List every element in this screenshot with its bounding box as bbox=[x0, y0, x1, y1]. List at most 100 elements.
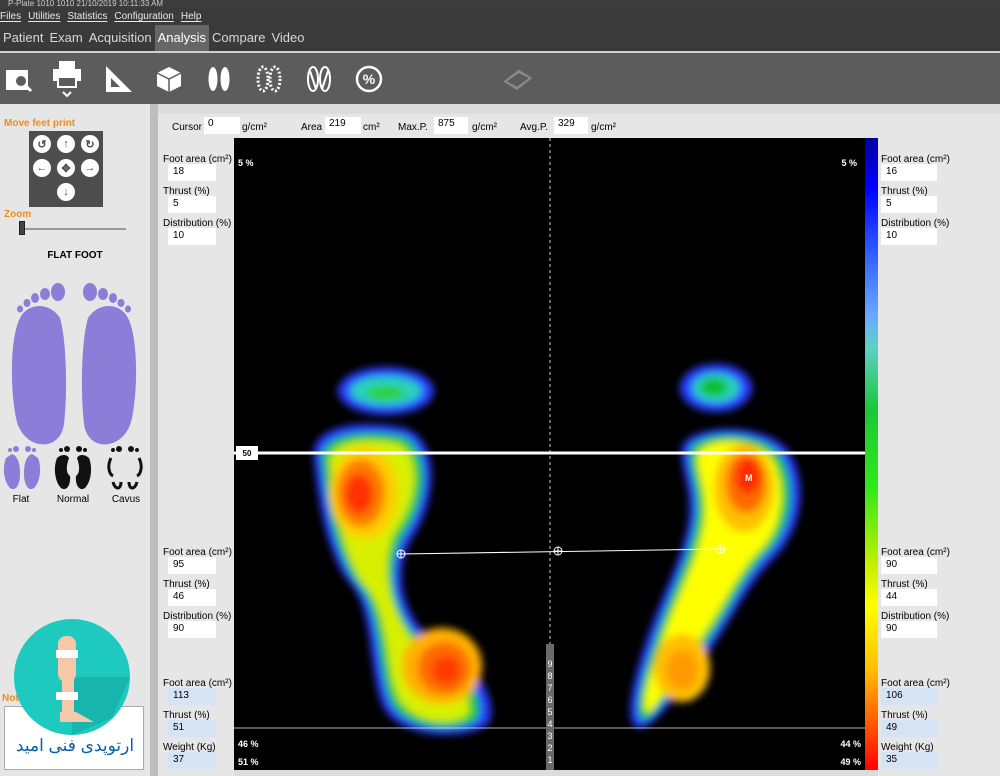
menu-configuration[interactable]: Configuration bbox=[114, 11, 173, 22]
measurement-bar: Cursor 0 g/cm² Area 219 cm² Max.P. 875 g… bbox=[158, 114, 1000, 138]
rotate-left-button[interactable]: ↺ bbox=[33, 135, 51, 153]
tab-acquisition[interactable]: Acquisition bbox=[86, 25, 155, 51]
cursor-value: 0 bbox=[204, 117, 240, 134]
pressure-color-scale bbox=[865, 138, 878, 770]
toolbar: % bbox=[0, 51, 1000, 104]
tab-analysis[interactable]: Analysis bbox=[154, 25, 210, 51]
sidebar: Move feet print ↺ ↑ ↻ ← ✥ → ↓ Zoom FLAT … bbox=[0, 104, 150, 776]
scale-digit: 4 bbox=[547, 719, 553, 729]
tab-video[interactable]: Video bbox=[268, 25, 307, 51]
split-line-label: 50 bbox=[243, 449, 252, 458]
panel-splitter[interactable] bbox=[150, 104, 158, 776]
move-down-button[interactable]: ↓ bbox=[57, 183, 75, 201]
scale-digit: 2 bbox=[547, 743, 553, 753]
move-pad: ↺ ↑ ↻ ← ✥ → ↓ bbox=[29, 131, 103, 207]
rotate-right-button[interactable]: ↻ bbox=[81, 135, 99, 153]
right-forefoot-percent: 5 % bbox=[841, 158, 857, 168]
scanner-icon[interactable] bbox=[500, 59, 534, 99]
scale-digit: 9 bbox=[547, 659, 553, 669]
tab-bar: Patient Exam Acquisition Analysis Compar… bbox=[0, 25, 1000, 51]
center-button[interactable]: ✥ bbox=[57, 159, 75, 177]
tab-patient[interactable]: Patient bbox=[0, 25, 46, 51]
move-feet-title: Move feet print bbox=[4, 118, 76, 129]
left-rearfoot-dist: 90 bbox=[168, 621, 216, 638]
right-total-area: 106 bbox=[881, 688, 937, 705]
avgp-value: 329 bbox=[554, 117, 588, 134]
scale-digit: 3 bbox=[547, 731, 553, 741]
title-bar: P-Plate 1010 1010 21/10/2019 10:11:33 AM bbox=[0, 0, 1000, 8]
right-foot-stats: Foot area (cm²) 16 Thrust (%) 5 Distribu… bbox=[878, 138, 1000, 776]
move-left-button[interactable]: ← bbox=[33, 159, 51, 177]
footprints-icon[interactable] bbox=[202, 59, 236, 99]
zoom-slider-track[interactable] bbox=[22, 228, 126, 230]
right-rear-percent: 44 % bbox=[840, 739, 861, 749]
left-forefoot-percent: 5 % bbox=[238, 158, 254, 168]
right-rearfoot-dist: 90 bbox=[881, 621, 937, 638]
menu-help[interactable]: Help bbox=[181, 11, 202, 22]
normal-foot-icon[interactable] bbox=[53, 444, 93, 492]
move-up-button[interactable]: ↑ bbox=[57, 135, 75, 153]
scale-digit: 6 bbox=[547, 695, 553, 705]
area-label: Area bbox=[301, 122, 323, 133]
scale-digit: 1 bbox=[547, 755, 553, 765]
move-right-button[interactable]: → bbox=[81, 159, 99, 177]
clinic-logo-text: ارتوپدی فنی امید bbox=[15, 736, 135, 755]
scale-ladder: 9 8 7 6 5 4 3 2 1 bbox=[546, 658, 554, 766]
left-rearfoot-thrust: 46 bbox=[168, 589, 216, 606]
left-forefoot-area: 18 bbox=[168, 164, 216, 181]
flat-foot-icon[interactable] bbox=[2, 444, 42, 492]
maxp-value: 875 bbox=[434, 117, 468, 134]
app-window: P-Plate 1010 1010 21/10/2019 10:11:33 AM… bbox=[0, 0, 1000, 776]
normal-label: Normal bbox=[56, 494, 90, 505]
print-icon[interactable] bbox=[50, 59, 84, 99]
zoom-slider-thumb[interactable] bbox=[19, 221, 25, 235]
cursor-unit: g/cm² bbox=[242, 122, 267, 133]
foot-axis-icon[interactable] bbox=[302, 59, 336, 99]
flat-label: Flat bbox=[12, 494, 30, 505]
ruler-icon[interactable] bbox=[100, 59, 134, 99]
tab-compare[interactable]: Compare bbox=[209, 25, 268, 51]
left-forefoot-thrust: 5 bbox=[168, 196, 216, 213]
percent-icon[interactable]: % bbox=[352, 59, 386, 99]
dotted-footprints-icon[interactable] bbox=[252, 59, 286, 99]
zoom-label: Zoom bbox=[4, 209, 32, 220]
left-forefoot-dist: 10 bbox=[168, 228, 216, 245]
left-total-area: 113 bbox=[168, 688, 216, 705]
clinic-logo bbox=[14, 619, 130, 735]
foot-type-label: FLAT FOOT bbox=[47, 250, 103, 261]
right-total-percent: 49 % bbox=[840, 757, 861, 767]
maxp-label: Max.P. bbox=[398, 122, 428, 133]
cavus-foot-icon[interactable] bbox=[105, 444, 145, 492]
menu-files[interactable]: Files bbox=[0, 11, 21, 22]
maxp-unit: g/cm² bbox=[472, 122, 497, 133]
avgp-label: Avg.P. bbox=[520, 122, 548, 133]
scale-digit: 7 bbox=[547, 683, 553, 693]
scale-digit: 5 bbox=[547, 707, 553, 717]
left-rear-percent: 46 % bbox=[238, 739, 259, 749]
area-unit: cm² bbox=[363, 122, 380, 133]
left-total-thrust: 51 bbox=[168, 720, 216, 737]
right-rearfoot-area: 90 bbox=[881, 557, 937, 574]
avgp-unit: g/cm² bbox=[591, 122, 616, 133]
cavus-label: Cavus bbox=[111, 494, 141, 505]
left-weight: 37 bbox=[168, 752, 216, 769]
area-value: 219 bbox=[325, 117, 361, 134]
menu-utilities[interactable]: Utilities bbox=[28, 11, 60, 22]
svg-text:%: % bbox=[363, 71, 376, 87]
pressure-map[interactable]: 50 M 5 % 5 % 46 % 44 % 51 % 49 % 9 8 7 6… bbox=[234, 138, 865, 770]
search-document-icon[interactable] bbox=[2, 59, 36, 99]
tab-exam[interactable]: Exam bbox=[46, 25, 85, 51]
cursor-label: Cursor bbox=[172, 122, 203, 133]
menu-statistics[interactable]: Statistics bbox=[67, 11, 107, 22]
flat-foot-illustration bbox=[11, 283, 137, 445]
right-forefoot-dist: 10 bbox=[881, 228, 937, 245]
right-forefoot-thrust: 5 bbox=[881, 196, 937, 213]
cube-icon[interactable] bbox=[152, 59, 186, 99]
max-pressure-marker: M bbox=[745, 473, 753, 483]
menu-bar: Files Utilities Statistics Configuration… bbox=[0, 8, 1000, 25]
left-total-percent: 51 % bbox=[238, 757, 259, 767]
left-rearfoot-area: 95 bbox=[168, 557, 216, 574]
right-total-thrust: 49 bbox=[881, 720, 937, 737]
right-weight: 35 bbox=[881, 752, 937, 769]
right-forefoot-area: 16 bbox=[881, 164, 937, 181]
